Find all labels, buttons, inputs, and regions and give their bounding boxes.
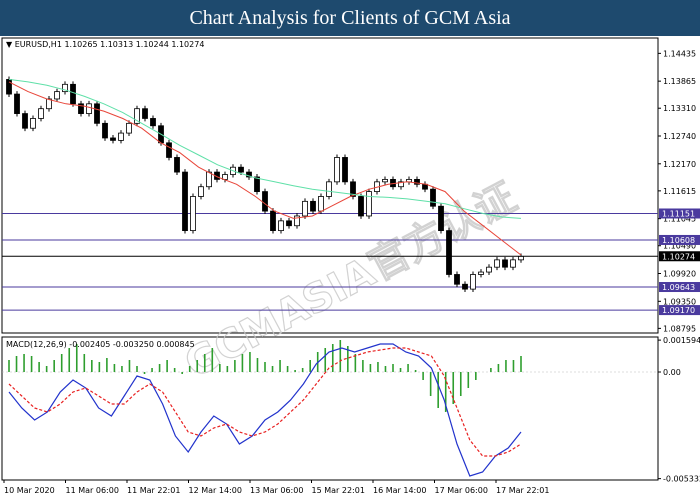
x-tick-label: 11 Mar 22:01 [127,486,180,495]
candle-body [318,196,324,212]
page-title: Chart Analysis for Clients of GCM Asia [0,0,700,36]
candle-body [86,103,92,114]
candle-body [366,191,372,217]
candle-body [190,196,196,232]
candle-body [494,259,500,268]
macd-y-tick-label: -0.005332 [663,475,700,484]
candle-body [14,93,20,114]
candle-body [382,179,388,183]
symbol-info: ▼ EURUSD,H1 1.10265 1.10313 1.10244 1.10… [6,40,204,49]
level-label: 1.11151 [662,209,695,218]
candle-body [470,274,476,290]
macd-y-tick-label: 0.00 [663,368,681,377]
candle-body [438,205,444,232]
candle-body [70,83,76,105]
y-tick-label: 1.08795 [663,324,696,333]
y-tick-label: 1.09920 [663,270,696,279]
candle-body [182,171,188,232]
candle-body [454,274,460,285]
candle-body [206,171,212,188]
y-tick-label: 1.11615 [663,187,696,196]
candle-body [270,210,276,232]
candle-body [502,259,508,268]
y-tick-label: 1.09350 [663,297,696,306]
candle-body [118,132,124,141]
level-label: 1.09643 [662,283,695,292]
chart-area: GCMASIA官方认证1.144351.138651.133101.127401… [1,37,700,495]
x-tick-label: 13 Mar 06:00 [250,486,303,495]
x-tick-label: 17 Mar 22:01 [496,486,549,495]
x-tick-label: 10 Mar 2020 [4,486,55,495]
level-label: 1.10274 [662,252,695,261]
candle-body [358,196,364,217]
candle-body [334,157,340,183]
x-tick-label: 12 Mar 14:00 [189,486,242,495]
candle-body [30,118,36,129]
x-tick-label: 11 Mar 06:00 [66,486,119,495]
candle-body [430,188,436,207]
candle-body [462,283,468,290]
candle-body [446,230,452,275]
candle-body [238,166,244,173]
candle-body [102,122,108,139]
level-label: 1.09170 [662,306,695,315]
candle-body [110,137,116,141]
candle-body [518,256,524,261]
candle-body [326,181,332,197]
y-tick-label: 1.12170 [663,160,696,169]
candle-body [262,191,268,212]
candle-body [254,176,260,192]
y-tick-label: 1.13310 [663,104,696,113]
x-tick-label: 17 Mar 06:00 [435,486,488,495]
y-tick-label: 1.13865 [663,77,696,86]
candle-body [302,200,308,217]
y-tick-label: 1.14435 [663,49,696,58]
y-tick-label: 1.12740 [663,132,696,141]
candle-body [342,157,348,183]
candle-body [150,118,156,127]
candle-body [22,113,28,129]
candle-body [94,103,100,124]
macd-title: MACD(12,26,9) -0.002405 -0.003250 0.0008… [6,340,195,349]
candle-body [126,122,132,134]
candle-body [38,108,44,119]
candle-body [198,186,204,197]
candle-body [310,200,316,212]
macd-y-tick-label: 0.001594 [663,336,700,345]
candle-body [6,79,12,95]
candle-body [286,220,292,227]
candle-body [54,91,60,100]
candle-body [510,259,516,268]
candle-body [486,266,492,273]
candle-body [142,108,148,119]
level-label: 1.10608 [662,236,695,245]
candle-body [478,271,484,275]
x-tick-label: 15 Mar 22:01 [312,486,365,495]
candle-body [174,157,180,173]
candle-body [166,142,172,158]
x-tick-label: 16 Mar 14:00 [373,486,426,495]
candle-body [278,220,284,232]
